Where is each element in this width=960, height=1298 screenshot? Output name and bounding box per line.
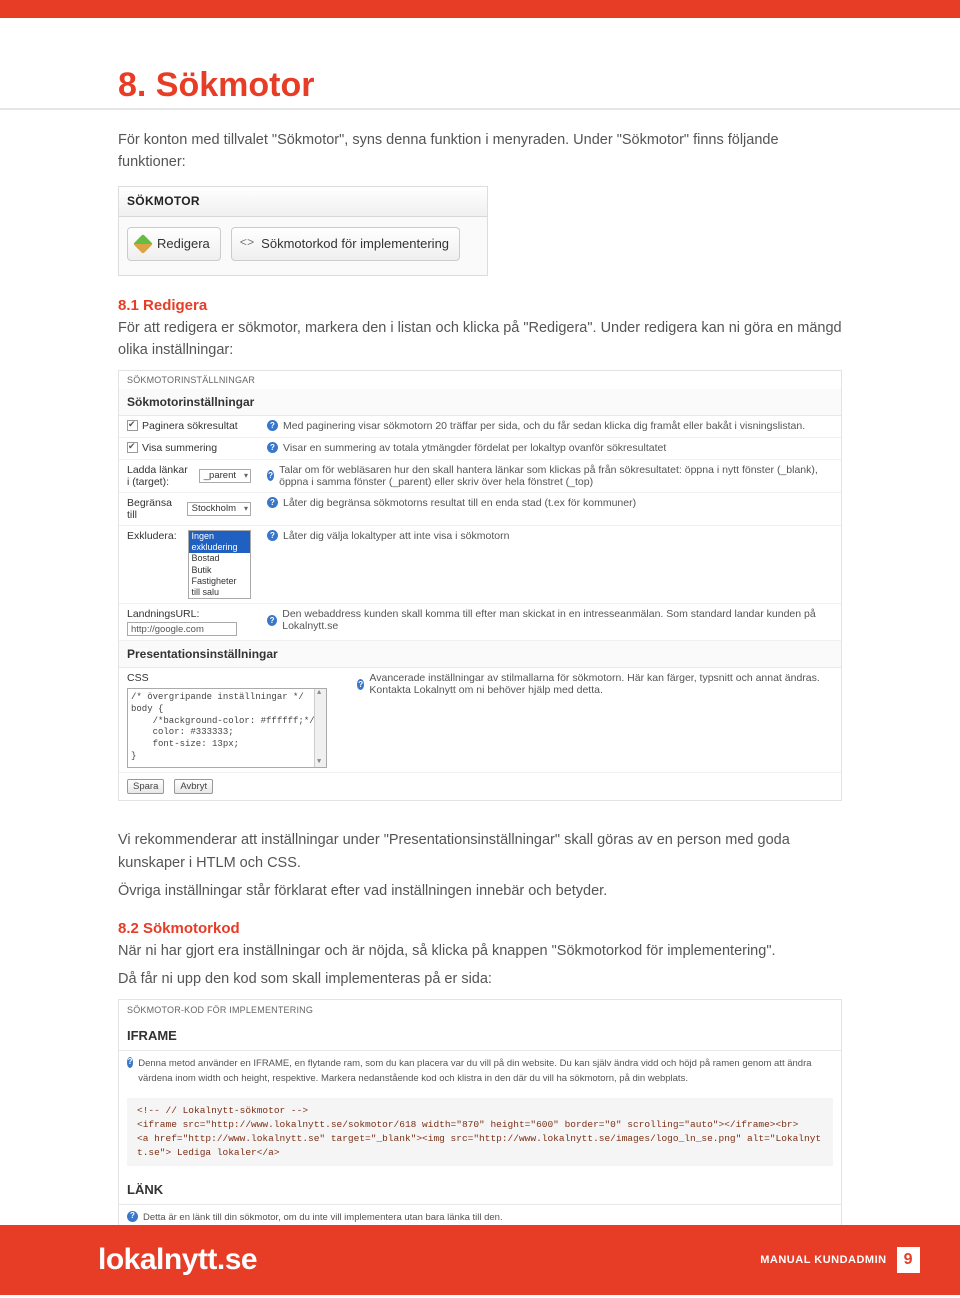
help-icon[interactable]: ?	[267, 470, 274, 481]
settings-section-2: Presentationsinställningar	[119, 641, 841, 668]
link-section-title: LÄNK	[119, 1176, 841, 1205]
section-8-2-title: 8.2 Sökmotorkod	[118, 917, 842, 940]
toolbar-screenshot: SÖKMOTOR Redigera <> Sökmotorkod för imp…	[118, 186, 488, 276]
limit-label: Begränsa till	[127, 497, 176, 521]
exclude-opt-2[interactable]: Butik	[189, 565, 250, 576]
post-settings-2: Övriga inställningar står förklarat efte…	[118, 880, 842, 902]
landing-input[interactable]: http://google.com	[127, 622, 237, 636]
code-block[interactable]: <!-- // Lokalnytt-sökmotor --> <iframe s…	[127, 1098, 833, 1165]
help-icon[interactable]: ?	[127, 1211, 138, 1222]
landing-value: http://google.com	[131, 624, 204, 635]
exclude-opt-3[interactable]: Fastigheter till salu	[189, 576, 250, 599]
iframe-desc-row: ? Denna metod använder en IFRAME, en fly…	[119, 1051, 841, 1092]
exclude-opt-0[interactable]: Ingen exkludering	[189, 531, 250, 554]
css-label: CSS	[127, 672, 149, 684]
code-icon: <>	[240, 234, 254, 253]
footer-right: MANUAL KUNDADMIN 9	[760, 1247, 920, 1273]
brand-logo: lokalnytt.se	[98, 1243, 257, 1277]
section-8-2-p1: När ni har gjort era inställningar och ä…	[118, 940, 842, 962]
help-icon[interactable]: ?	[267, 530, 278, 541]
settings-screenshot-wrap: SÖKMOTORINSTÄLLNINGAR Sökmotorinställnin…	[118, 370, 842, 802]
iframe-desc: Denna metod använder en IFRAME, en flyta…	[138, 1057, 833, 1086]
section-8-2-p2: Då får ni upp den kod som skall implemen…	[118, 968, 842, 990]
button-row: Spara Avbryt	[119, 773, 841, 800]
css-code: /* övergripande inställningar */ body { …	[131, 692, 315, 768]
row-summary: Visa summering ? Visar en summering av to…	[119, 438, 841, 460]
help-icon[interactable]: ?	[267, 420, 278, 431]
exclude-desc: Låter dig välja lokaltyper att inte visa…	[283, 530, 509, 542]
scrollbar[interactable]	[314, 689, 326, 767]
settings-screenshot: SÖKMOTORINSTÄLLNINGAR Sökmotorinställnin…	[118, 370, 842, 802]
brand-name: lokalnytt	[98, 1243, 217, 1276]
edit-button[interactable]: Redigera	[127, 227, 221, 261]
help-icon[interactable]: ?	[267, 497, 278, 508]
css-textarea[interactable]: /* övergripande inställningar */ body { …	[127, 688, 327, 768]
row-css: CSS /* övergripande inställningar */ bod…	[119, 668, 841, 773]
post-settings-1: Vi rekommenderar att inställningar under…	[118, 829, 842, 874]
edit-button-label: Redigera	[157, 234, 210, 254]
iframe-section-title: IFRAME	[119, 1022, 841, 1051]
section-8-1-text: För att redigera er sökmotor, markera de…	[118, 317, 842, 362]
limit-desc: Låter dig begränsa sökmotorns resultat t…	[283, 497, 636, 509]
paginate-checkbox[interactable]	[127, 420, 138, 431]
paginate-desc: Med paginering visar sökmotorn 20 träffa…	[283, 420, 805, 432]
page-title: 8. Sökmotor	[118, 66, 960, 105]
code-screenshot: SÖKMOTOR-KOD FÖR IMPLEMENTERING IFRAME ?…	[118, 999, 842, 1257]
help-icon[interactable]: ?	[357, 679, 364, 690]
topbar	[0, 0, 960, 18]
page-number: 9	[897, 1247, 920, 1273]
target-label: Ladda länkar i (target):	[127, 464, 188, 488]
cancel-button[interactable]: Avbryt	[174, 779, 213, 794]
help-icon[interactable]: ?	[267, 615, 277, 626]
target-desc: Talar om för webläsaren hur den skall ha…	[279, 464, 833, 488]
implement-code-label: Sökmotorkod för implementering	[261, 234, 449, 254]
summary-checkbox[interactable]	[127, 442, 138, 453]
footer: lokalnytt.se MANUAL KUNDADMIN 9	[0, 1225, 960, 1295]
row-exclude: Exkludera: Ingen exkludering Bostad Buti…	[119, 526, 841, 605]
toolbar-header: SÖKMOTOR	[119, 187, 487, 217]
summary-desc: Visar en summering av totala ytmängder f…	[283, 442, 666, 454]
summary-label: Visa summering	[142, 442, 217, 454]
save-button[interactable]: Spara	[127, 779, 164, 794]
title-rule	[0, 108, 960, 110]
row-limit: Begränsa till Stockholm ? Låter dig begrä…	[119, 493, 841, 526]
exclude-listbox[interactable]: Ingen exkludering Bostad Butik Fastighet…	[188, 530, 251, 600]
exclude-opt-1[interactable]: Bostad	[189, 553, 250, 564]
pencil-icon	[133, 234, 153, 254]
intro-paragraph: För konton med tillvalet "Sökmotor", syn…	[118, 129, 842, 174]
code-tiny-header: SÖKMOTOR-KOD FÖR IMPLEMENTERING	[119, 1000, 841, 1022]
row-landing: LandningsURL: http://google.com ? Den web…	[119, 604, 841, 641]
footer-label: MANUAL KUNDADMIN	[760, 1254, 886, 1266]
paginate-label: Paginera sökresultat	[142, 420, 238, 432]
limit-value: Stockholm	[192, 503, 236, 514]
row-paginate: Paginera sökresultat ? Med paginering vis…	[119, 416, 841, 438]
content-area: För konton med tillvalet "Sökmotor", syn…	[118, 129, 842, 362]
implement-code-button[interactable]: <> Sökmotorkod för implementering	[231, 227, 460, 261]
landing-label: LandningsURL:	[127, 608, 199, 620]
help-icon[interactable]: ?	[267, 442, 278, 453]
exclude-label: Exkludera:	[127, 530, 177, 542]
section-8-1-title: 8.1 Redigera	[118, 294, 842, 317]
limit-select[interactable]: Stockholm	[187, 502, 251, 516]
target-value: _parent	[204, 470, 236, 481]
brand-suffix: .se	[217, 1243, 257, 1276]
link-desc: Detta är en länk till din sökmotor, om d…	[143, 1211, 503, 1226]
css-desc: Avancerade inställningar av stilmallarna…	[369, 672, 833, 696]
landing-desc: Den webaddress kunden skall komma till e…	[282, 608, 833, 632]
settings-section-1: Sökmotorinställningar	[119, 389, 841, 416]
help-icon[interactable]: ?	[127, 1057, 133, 1068]
target-select[interactable]: _parent	[199, 469, 251, 483]
row-target: Ladda länkar i (target): _parent ? Talar …	[119, 460, 841, 493]
settings-tiny-header: SÖKMOTORINSTÄLLNINGAR	[119, 371, 841, 389]
